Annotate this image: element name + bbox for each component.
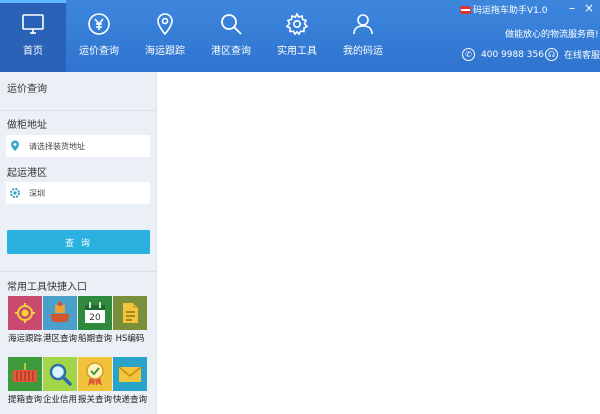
tool-label: 船期查询: [77, 334, 112, 344]
query-button[interactable]: 查 询: [7, 230, 150, 254]
monitor-icon: [22, 14, 44, 34]
ship-icon: [43, 296, 77, 330]
crosshair-target-icon: [8, 296, 42, 330]
truck-logo-icon: [460, 5, 471, 14]
tool-label: 企业信用: [42, 395, 77, 405]
tab-port-query[interactable]: 港区查询: [198, 0, 264, 72]
app-title-text: 码运拖车助手V1.0: [473, 6, 548, 16]
gear-icon: [285, 12, 309, 36]
tool-label: 海运跟踪: [7, 334, 42, 344]
online-service-label: 在线客服: [564, 51, 600, 61]
tab-tools[interactable]: 实用工具: [264, 0, 330, 72]
close-button[interactable]: ×: [582, 1, 596, 15]
tool-label: 报关查询: [77, 395, 112, 405]
tab-port-query-label: 港区查询: [211, 46, 251, 57]
headset-icon: ☊: [545, 48, 558, 61]
calendar-day: 20: [89, 313, 101, 323]
tab-home[interactable]: 首页: [0, 0, 66, 72]
pickup-placeholder: 请选择装货地址: [29, 141, 85, 151]
tool-port-query[interactable]: 港区查询: [43, 296, 77, 344]
tool-label: HS编码: [115, 334, 145, 344]
tab-price-query-label: 运价查询: [79, 46, 119, 57]
tab-price-query[interactable]: 运价查询: [66, 0, 132, 72]
tool-express-query[interactable]: 快递查询: [113, 357, 147, 405]
phone-contact: ✆ 400 9988 356: [462, 48, 544, 61]
divider: [0, 110, 157, 111]
sidebar: 运价查询 做柜地址 请选择装货地址 起运港区 深圳 查 询 常用工具快捷入口 海…: [0, 72, 157, 414]
location-pin-icon: [9, 140, 21, 152]
container-icon: [8, 357, 42, 391]
origin-port-field[interactable]: 深圳: [6, 182, 150, 204]
tab-my-account[interactable]: 我的码运: [330, 0, 396, 72]
top-header: 首页 运价查询 海运跟踪 港区查询 实用工具 我的码运 码运拖车助手V1.0 –…: [0, 0, 600, 72]
app-title: 码运拖车助手V1.0: [460, 3, 547, 16]
section-title: 运价查询: [7, 84, 47, 95]
tool-hs-code[interactable]: HS编码: [113, 296, 147, 344]
price-coin-icon: [88, 13, 110, 35]
tool-label: 港区查询: [42, 334, 77, 344]
phone-number: 400 9988 356: [481, 49, 544, 60]
tool-label: 提箱查询: [7, 395, 42, 405]
location-pin-icon: [157, 13, 173, 36]
origin-label: 起运港区: [7, 168, 47, 179]
tool-customs-query[interactable]: 报关查询: [78, 357, 112, 405]
calendar-icon: 20: [78, 296, 112, 330]
tab-home-label: 首页: [23, 46, 43, 57]
origin-port-value: 深圳: [29, 188, 45, 198]
slogan: 做能放心的物流服务商!: [505, 30, 599, 40]
divider: [0, 271, 157, 272]
user-icon: [353, 14, 373, 35]
online-service-link[interactable]: ☊ 在线客服: [545, 48, 600, 61]
minimize-button[interactable]: –: [565, 1, 579, 15]
document-icon: [113, 296, 147, 330]
search-icon: [221, 14, 242, 35]
pickup-label: 做柜地址: [7, 120, 47, 131]
pickup-address-field[interactable]: 请选择装货地址: [6, 135, 150, 157]
tool-shipping-tracking[interactable]: 海运跟踪: [8, 296, 42, 344]
tab-shipping-tracking-label: 海运跟踪: [145, 46, 185, 57]
gear-icon: [9, 187, 21, 199]
phone-icon: ✆: [462, 48, 475, 61]
tab-tools-label: 实用工具: [277, 46, 317, 57]
tool-enterprise-credit[interactable]: 企业信用: [43, 357, 77, 405]
tool-schedule-query[interactable]: 20 船期查询: [78, 296, 112, 344]
magnifier-icon: [43, 357, 77, 391]
tools-title: 常用工具快捷入口: [7, 282, 87, 293]
tab-my-account-label: 我的码运: [343, 46, 383, 57]
badge-icon: [78, 357, 112, 391]
tool-label: 快递查询: [112, 395, 147, 405]
envelope-icon: [113, 357, 147, 391]
main-content: [158, 72, 600, 414]
tab-shipping-tracking[interactable]: 海运跟踪: [132, 0, 198, 72]
tool-container-query[interactable]: 提箱查询: [8, 357, 42, 405]
